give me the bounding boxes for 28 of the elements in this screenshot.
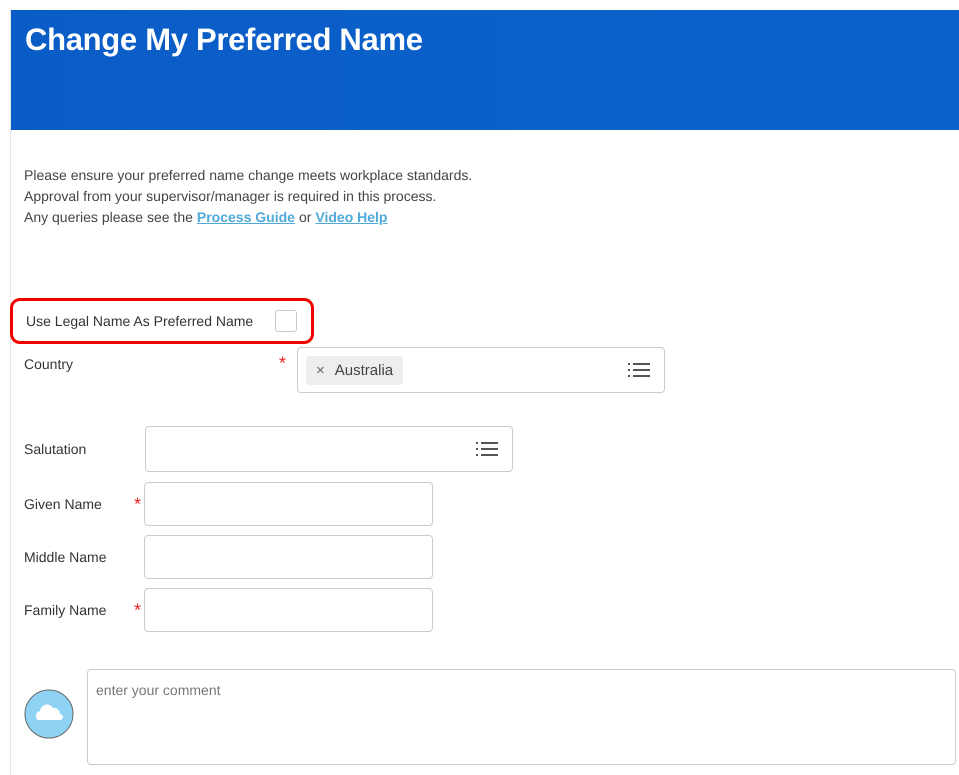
field-label: Country [24,356,74,372]
page-title: Change My Preferred Name [25,22,423,58]
tag-text: Australia [334,362,394,378]
intro-text: Please ensure your preferred name change meets workplace standards. [24,166,472,185]
avatar-icon [24,689,74,739]
required-icon: * [134,600,141,620]
required-icon: * [278,353,286,374]
checkbox-label: Use Legal Name As Preferred Name [26,313,254,329]
required-icon: * [134,494,141,514]
text-field[interactable] [144,588,433,632]
help-link[interactable]: Process Guide [196,207,295,228]
field-label: Salutation [24,441,86,457]
text-field[interactable] [144,482,433,526]
select-field[interactable]: × Australia [297,347,665,393]
list-icon[interactable] [628,362,650,378]
help-link[interactable]: Video Help [315,207,388,228]
remove-icon[interactable]: × [316,362,325,378]
intro-text: or [298,208,312,227]
field-label: Family Name [24,602,106,618]
checkbox[interactable] [275,310,298,332]
intro-text: Any queries please see the [24,208,193,227]
text-field[interactable] [144,535,433,579]
list-icon[interactable] [476,441,498,457]
field-label: Middle Name [24,549,106,565]
comment-field[interactable]: enter your comment [87,669,956,765]
select-field[interactable] [145,426,513,472]
intro-text: Approval from your supervisor/manager is required in this process. [24,187,436,206]
field-label: Given Name [24,496,102,512]
